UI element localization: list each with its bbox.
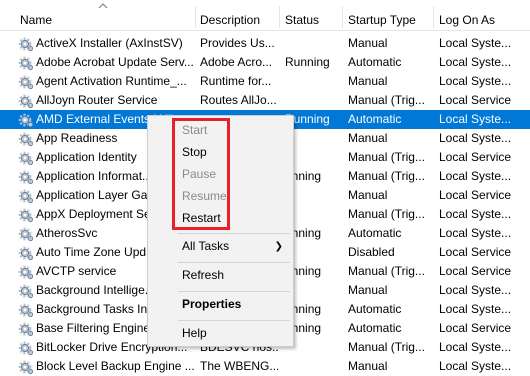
gear-icon: [18, 303, 34, 318]
service-log-on-as: Local Syste...: [439, 169, 512, 183]
service-row[interactable]: AllJoyn Router Service Routes AllJo... M…: [0, 91, 530, 110]
service-startup-type: Automatic: [348, 55, 402, 69]
service-status: [285, 357, 343, 376]
service-description: Adobe Acro...: [200, 55, 273, 69]
gear-icon: [18, 265, 34, 280]
service-log-on-as: Local Service: [439, 188, 512, 202]
service-log-on-as: Local Syste...: [439, 55, 512, 69]
service-log-on-as: Local Service: [439, 264, 512, 278]
service-row[interactable]: Adobe Acrobat Update Serv... Adobe Acro.…: [0, 53, 530, 72]
service-description: The WBENG...: [200, 359, 278, 373]
column-header-startup-type[interactable]: Startup Type: [344, 0, 434, 30]
service-startup-type: Manual: [348, 359, 388, 373]
service-startup-type: Disabled: [348, 245, 395, 259]
gear-icon: [18, 246, 34, 261]
menu-item-help[interactable]: Help: [148, 323, 293, 344]
service-log-on-as: Local Syste...: [439, 302, 512, 316]
menu-separator: [178, 291, 290, 292]
column-divider[interactable]: [433, 6, 434, 28]
service-name: Agent Activation Runtime_...: [36, 74, 187, 88]
service-log-on-as: Local Syste...: [439, 359, 512, 373]
service-description: Provides Us...: [200, 36, 275, 50]
service-status: [285, 72, 343, 91]
service-row[interactable]: Agent Activation Runtime_... Runtime for…: [0, 72, 530, 91]
service-row[interactable]: ActiveX Installer (AxInstSV) Provides Us…: [0, 34, 530, 53]
menu-item-refresh[interactable]: Refresh: [148, 265, 293, 286]
gear-icon: [18, 170, 34, 185]
gear-icon: [18, 151, 34, 166]
column-divider[interactable]: [279, 6, 280, 28]
column-header-log-on-as[interactable]: Log On As: [435, 0, 530, 30]
gear-icon: [18, 322, 34, 337]
gear-icon: [18, 208, 34, 223]
menu-separator: [178, 320, 290, 321]
gear-icon: [18, 189, 34, 204]
gear-icon: [18, 227, 34, 242]
service-startup-type: Manual: [348, 36, 388, 50]
menu-item-all-tasks[interactable]: All Tasks ❯: [148, 236, 293, 257]
service-log-on-as: Local Syste...: [439, 340, 512, 354]
service-log-on-as: Local Syste...: [439, 74, 512, 88]
gear-icon: [18, 113, 34, 128]
service-name: ActiveX Installer (AxInstSV): [36, 36, 183, 50]
gear-icon: [18, 56, 34, 71]
service-startup-type: Manual (Trig...: [348, 340, 425, 354]
menu-item-all-tasks-label: All Tasks: [182, 239, 230, 253]
column-header-description[interactable]: Description: [196, 0, 280, 30]
service-startup-type: Manual (Trig...: [348, 207, 425, 221]
service-name: AllJoyn Router Service: [36, 93, 158, 107]
column-divider[interactable]: [342, 6, 343, 28]
gear-icon: [18, 284, 34, 299]
service-startup-type: Automatic: [348, 226, 402, 240]
service-description: Routes AllJo...: [200, 93, 277, 107]
menu-separator: [178, 262, 290, 263]
menu-item-properties[interactable]: Properties: [148, 294, 293, 315]
service-log-on-as: Local Syste...: [439, 131, 512, 145]
chevron-right-icon: ❯: [274, 241, 283, 252]
service-name: Adobe Acrobat Update Serv...: [36, 55, 194, 69]
service-log-on-as: Local Syste...: [439, 283, 512, 297]
service-startup-type: Manual (Trig...: [348, 169, 425, 183]
service-startup-type: Manual: [348, 188, 388, 202]
column-header-status[interactable]: Status: [281, 0, 343, 30]
gear-icon: [18, 132, 34, 147]
service-log-on-as: Local Service: [439, 93, 512, 107]
service-startup-type: Automatic: [348, 321, 402, 335]
menu-separator: [178, 233, 290, 234]
service-log-on-as: Local Service: [439, 150, 512, 164]
service-startup-type: Manual: [348, 283, 388, 297]
service-startup-type: Manual: [348, 131, 388, 145]
service-startup-type: Manual (Trig...: [348, 150, 425, 164]
gear-icon: [18, 94, 34, 109]
gear-icon: [18, 37, 34, 52]
gear-icon: [18, 75, 34, 90]
service-log-on-as: Local Syste...: [439, 207, 512, 221]
service-log-on-as: Local Service: [439, 245, 512, 259]
service-log-on-as: Local Syste...: [439, 226, 512, 240]
service-log-on-as: Local Syste...: [439, 36, 512, 50]
service-startup-type: Manual (Trig...: [348, 264, 425, 278]
service-description: Runtime for...: [200, 74, 272, 88]
service-status: [285, 91, 343, 110]
service-startup-type: Manual (Trig...: [348, 93, 425, 107]
service-log-on-as: Local Syste...: [439, 112, 512, 126]
gear-icon: [18, 341, 34, 356]
service-name: Block Level Backup Engine ...: [36, 359, 194, 373]
column-header-bar: Name Description Status Startup Type Log…: [0, 0, 530, 31]
service-startup-type: Automatic: [348, 302, 402, 316]
service-log-on-as: Local Service: [439, 321, 512, 335]
service-status: [285, 34, 343, 53]
annotation-highlight-box: [172, 118, 230, 230]
service-row[interactable]: Block Level Backup Engine ... The WBENG.…: [0, 357, 530, 376]
service-startup-type: Manual: [348, 74, 388, 88]
service-startup-type: Automatic: [348, 112, 402, 126]
gear-icon: [18, 360, 34, 375]
service-status: Running: [285, 55, 330, 69]
column-header-name[interactable]: Name: [16, 0, 194, 30]
